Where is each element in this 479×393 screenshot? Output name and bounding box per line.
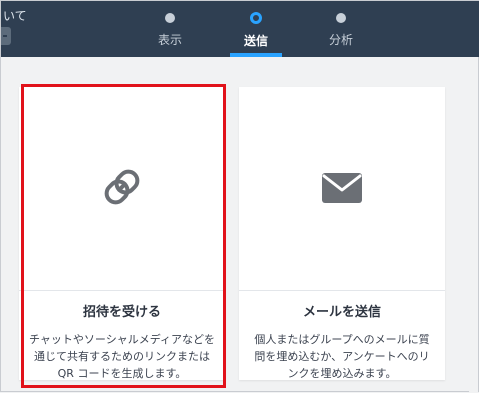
card-top [239, 87, 445, 290]
step-display[interactable]: 表示 [135, 7, 205, 57]
step-send-label: 送信 [243, 34, 268, 48]
get-invite-card[interactable]: 招待を受ける チャットやソーシャルメディアなどを通じて共有するためのリンクまたは… [19, 87, 225, 380]
active-step-underline [230, 53, 282, 57]
top-bar: いて 表示 送信 分析 [1, 1, 479, 57]
step-send-dot-icon [250, 12, 262, 24]
step-display-label: 表示 [157, 33, 182, 47]
card-divider [19, 290, 225, 291]
mail-icon [322, 173, 362, 203]
right-edge-strip [469, 57, 478, 393]
card-title: メールを送信 [302, 305, 381, 320]
mail-icon-wrap [239, 87, 445, 290]
step-analyze-dot-icon [336, 13, 346, 23]
card-top [19, 87, 225, 290]
link-icon-wrap [19, 87, 225, 290]
card-description: 個人またはグループへのメールに質問を埋め込むか、アンケートへのリンクを埋め込みま… [254, 333, 430, 380]
step-analyze[interactable]: 分析 [306, 7, 376, 57]
link-icon [104, 169, 140, 205]
step-display-dot-icon [165, 13, 175, 23]
steps: 表示 送信 分析 [1, 1, 479, 57]
send-email-card[interactable]: メールを送信 個人またはグループへのメールに質問を埋め込むか、アンケートへのリン… [239, 87, 445, 380]
card-divider [239, 290, 445, 291]
card-title: 招待を受ける [82, 305, 161, 320]
card-description: チャットやソーシャルメディアなどを通じて共有するためのリンクまたはQR コードを… [29, 333, 215, 380]
step-send[interactable]: 送信 [221, 7, 291, 57]
step-analyze-label: 分析 [328, 33, 353, 47]
